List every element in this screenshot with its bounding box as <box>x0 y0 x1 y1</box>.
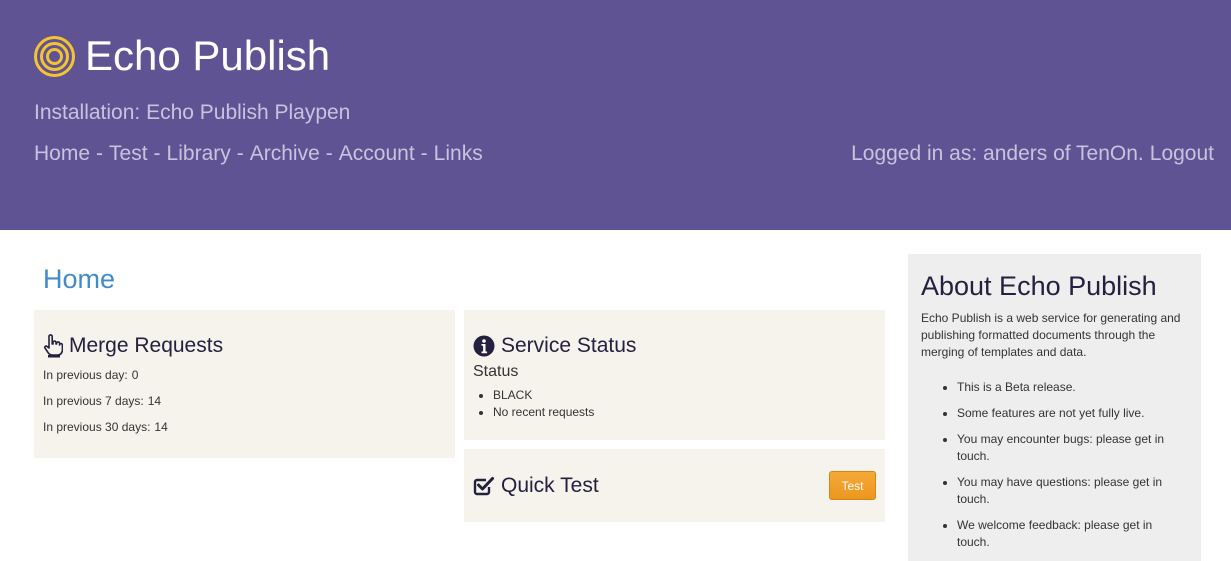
quick-test-panel: Quick Test Test <box>464 449 885 522</box>
nav-home[interactable]: Home <box>34 142 90 166</box>
test-button[interactable]: Test <box>829 471 876 500</box>
list-item: In previous day: 0 <box>43 362 446 388</box>
stat-label: In previous 30 days: <box>43 420 151 434</box>
merge-requests-list: In previous day: 0 In previous 7 days: 14 … <box>43 362 446 440</box>
list-item: Some features are not yet fully live. <box>957 405 1188 422</box>
about-list: This is a Beta release. Some features ar… <box>921 379 1188 551</box>
service-status-panel: Service Status Status BLACK No recent re… <box>464 310 885 440</box>
app-title: Echo Publish <box>85 32 331 79</box>
about-sidebar: About Echo Publish Echo Publish is a web… <box>908 254 1201 561</box>
status-label: Status <box>473 363 519 380</box>
pointing-hand-icon <box>44 334 63 358</box>
merge-requests-panel: Merge Requests In previous day: 0 In prev… <box>34 310 455 458</box>
nav-links[interactable]: Links <box>434 142 483 166</box>
stat-value: 14 <box>154 420 168 434</box>
nav-separator: - <box>96 142 104 165</box>
service-status-title: Service Status <box>501 334 637 357</box>
info-icon <box>473 335 495 357</box>
about-description: Echo Publish is a web service for genera… <box>921 311 1181 359</box>
stat-value: 0 <box>131 368 139 382</box>
brand[interactable]: Echo Publish <box>34 32 330 80</box>
nav-separator: - <box>420 142 428 165</box>
quick-test-title: Quick Test <box>501 473 599 497</box>
service-status-heading: Service Status <box>473 334 876 358</box>
nav-separator: - <box>236 142 244 165</box>
status-list: BLACK No recent requests <box>473 387 876 421</box>
about-title: About Echo Publish <box>921 271 1157 301</box>
list-item: BLACK <box>493 387 876 404</box>
merge-requests-heading: Merge Requests <box>43 334 446 358</box>
list-item: You may have questions: please get in to… <box>957 474 1188 508</box>
echo-logo-icon <box>34 35 75 77</box>
logged-in-text: Logged in as: anders of TenOn. <box>851 142 1144 165</box>
merge-requests-title: Merge Requests <box>69 334 224 357</box>
page-title: Home <box>43 264 116 294</box>
list-item: In previous 30 days: 14 <box>43 414 446 440</box>
list-item: We welcome feedback: please get in touch… <box>957 517 1188 551</box>
list-item: This is a Beta release. <box>957 379 1188 396</box>
stat-value: 14 <box>147 394 162 408</box>
logout-link[interactable]: Logout <box>1150 142 1214 166</box>
nav-test[interactable]: Test <box>109 142 148 166</box>
nav-archive[interactable]: Archive <box>250 142 320 166</box>
stat-label: In previous 7 days: <box>43 394 144 408</box>
list-item: No recent requests <box>493 404 876 421</box>
nav-library[interactable]: Library <box>167 142 231 166</box>
nav-separator: - <box>325 142 333 165</box>
installation-label: Installation: Echo Publish Playpen <box>34 101 351 124</box>
list-item: In previous 7 days: 14 <box>43 388 446 414</box>
site-header: Echo Publish Installation: Echo Publish … <box>0 0 1231 230</box>
list-item: You may encounter bugs: please get in to… <box>957 431 1188 465</box>
quick-test-heading: Quick Test <box>473 474 599 498</box>
main-nav: Home - Test - Library - Archive - Accoun… <box>34 142 483 166</box>
login-status: Logged in as: anders of TenOn. Logout <box>851 142 1214 166</box>
checkbox-icon <box>473 476 494 495</box>
nav-account[interactable]: Account <box>339 142 415 166</box>
nav-separator: - <box>153 142 161 165</box>
stat-label: In previous day: <box>43 368 128 382</box>
